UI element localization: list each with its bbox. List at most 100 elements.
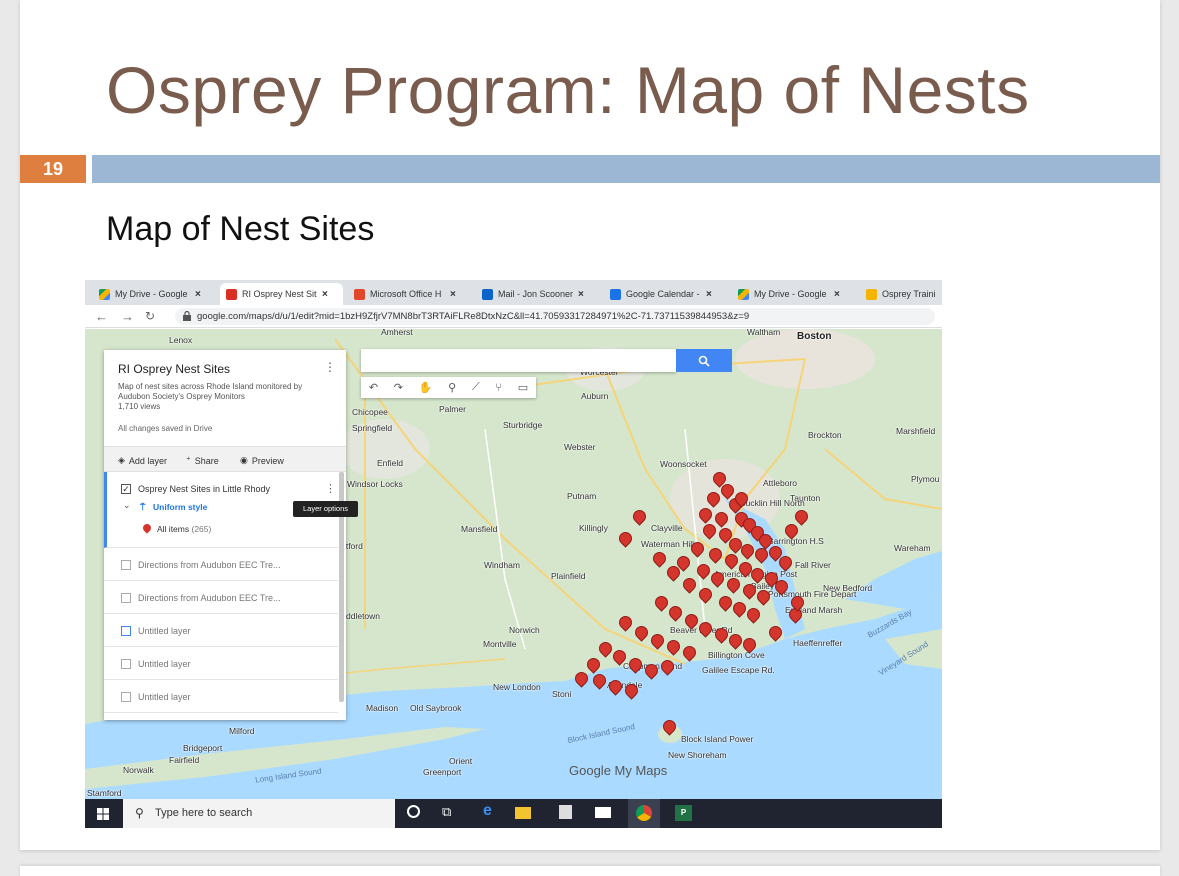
calendar-icon [610,288,621,300]
close-icon[interactable]: × [706,289,712,300]
preview-label: Preview [251,455,284,466]
layer-name[interactable]: Directions from Audubon EEC Tre... [138,560,281,570]
back-arrow-icon[interactable]: ← [95,309,108,324]
google-my-maps-logo: Google My Maps [569,763,668,778]
place-label-old-saybrook: Old Saybrook [410,703,462,713]
windows-start-icon[interactable] [97,808,109,820]
reload-icon[interactable]: ↻ [145,309,155,323]
url-field[interactable]: google.com/maps/d/u/1/edit?mid=1bzH9Zfjr… [175,308,935,325]
pin-icon [141,522,153,534]
layer-options-icon[interactable]: ⋮ [325,482,336,495]
undo-icon[interactable]: ↶ [369,381,378,394]
map-title[interactable]: RI Osprey Nest Sites [118,362,230,376]
layer-options-tooltip: Layer options [293,501,358,517]
edge-browser-icon[interactable]: e [483,802,492,820]
map-views: 1,710 views [118,402,161,411]
place-label-killingly: Killingly [579,523,608,533]
place-label-new-shoreham: New Shoreham [668,750,727,760]
directions-icon[interactable]: ⑂ [495,382,502,394]
draw-line-icon[interactable]: ⟋ [472,381,480,394]
lock-icon [183,311,191,321]
layer-checkbox[interactable] [121,593,131,603]
layer-row[interactable]: Directions from Audubon EEC Tre... [104,581,338,614]
map-search-input[interactable] [361,349,676,372]
place-label-lenox: Lenox [169,335,193,345]
tab-calendar[interactable]: Google Calendar - × [604,283,727,305]
all-items-label[interactable]: All items (265) [157,524,211,534]
taskbar-search-input[interactable]: ⚲ Type here to search [123,799,395,828]
layers-icon: ◈ [118,455,125,465]
tab-osprey-training[interactable]: Osprey Trainin [860,283,942,305]
place-label-waltham: Waltham [747,329,781,337]
add-marker-icon[interactable]: ⚲ [448,381,456,394]
add-layer-button[interactable]: ◈ Add layer [118,455,167,466]
place-label-montville: Montville [483,639,517,649]
save-status: All changes saved in Drive [118,424,213,433]
place-label-norwich: Norwich [509,625,540,635]
layer-checkbox[interactable] [121,560,131,570]
close-icon[interactable]: × [450,289,456,300]
panel-actions: ◈ Add layer ⁺ Share ◉ Preview [104,446,346,472]
map-legend-panel: RI Osprey Nest Sites ⋮ Map of nest sites… [104,350,346,720]
place-label-chicopee: Chicopee [352,407,388,417]
place-label-billington: Billington Cove [708,650,765,660]
layer-checkbox[interactable]: ✓ [121,484,131,494]
forward-arrow-icon[interactable]: → [121,309,134,324]
layer-checkbox[interactable] [121,659,131,669]
windows-taskbar: ⚲ Type here to search ⧉ e P [85,799,942,828]
redo-icon[interactable]: ↷ [394,381,403,394]
map-toolbar: ↶ ↷ ✋ ⚲ ⟋ ⑂ ▭ [361,377,536,398]
place-label-palmer: Palmer [439,404,466,414]
layer-name[interactable]: Untitled layer [138,626,191,636]
tab-ri-osprey[interactable]: RI Osprey Nest Site × [220,283,343,305]
layer-row[interactable]: Untitled layer [104,614,338,647]
layer-checkbox[interactable] [121,692,131,702]
measure-icon[interactable]: ▭ [518,381,528,394]
layer-name[interactable]: Untitled layer [138,692,191,702]
add-layer-label: Add layer [128,455,167,466]
cortana-icon[interactable] [407,805,420,818]
layer-name[interactable]: Directions from Audubon EEC Tre... [138,593,281,603]
layer-checkbox[interactable] [121,626,131,636]
place-label-windsor-locks: Windsor Locks [347,479,403,489]
uniform-style-link[interactable]: Uniform style [153,502,207,512]
browser-tab-bar: My Drive - Google × RI Osprey Nest Site … [85,280,942,305]
place-label-galilee: Galilee Escape Rd. [702,665,775,675]
layer-name[interactable]: Untitled layer [138,659,191,669]
share-button[interactable]: ⁺ Share [186,455,219,466]
map-description-text: Map of nest sites across Rhode Island mo… [118,382,303,401]
close-icon[interactable]: × [578,289,584,300]
tab-my-drive[interactable]: My Drive - Google × [93,283,213,305]
file-explorer-icon[interactable] [515,807,531,819]
tab-label: My Drive - Google [754,289,827,299]
preview-button[interactable]: ◉ Preview [240,455,284,466]
more-options-icon[interactable]: ⋮ [324,360,336,374]
hand-icon[interactable]: ✋ [419,381,433,394]
place-label-waterman-hill: Waterman Hill [641,539,695,549]
publisher-icon[interactable]: P [675,805,692,821]
slide-title: Osprey Program: Map of Nests [106,53,1030,127]
place-label-attleboro: Attleboro [763,478,798,488]
task-view-icon[interactable]: ⧉ [442,804,451,820]
place-label-fall-river: Fall River [795,560,831,570]
map-canvas[interactable]: Boston Waltham Amherst Lenox Worcester A… [85,329,942,799]
layer-name[interactable]: Osprey Nest Sites in Little Rhody [138,484,270,494]
chevron-down-icon[interactable]: ⌄ [123,500,131,511]
place-label-middletown: ddletown [346,611,381,621]
close-icon[interactable]: × [834,289,840,300]
tab-mail[interactable]: Mail - Jon Scooner × [476,283,599,305]
chrome-taskbar-button[interactable] [628,799,660,828]
store-icon[interactable] [559,805,572,819]
layer-row[interactable]: Untitled layer [104,680,338,713]
tab-label: Microsoft Office H [370,289,442,299]
map-search-button[interactable] [676,349,732,372]
layer-row[interactable]: Untitled layer [104,647,338,680]
layer-row[interactable]: Directions from Audubon EEC Tre... [104,548,338,581]
tab-my-drive-2[interactable]: My Drive - Google × [732,283,855,305]
place-label-new-london: New London [493,682,541,692]
place-label-bucklin-hill: Bucklin Hill North [740,498,805,508]
close-icon[interactable]: × [195,289,201,300]
mail-icon[interactable] [595,807,611,818]
close-icon[interactable]: × [322,289,328,300]
tab-office[interactable]: Microsoft Office H × [348,283,471,305]
